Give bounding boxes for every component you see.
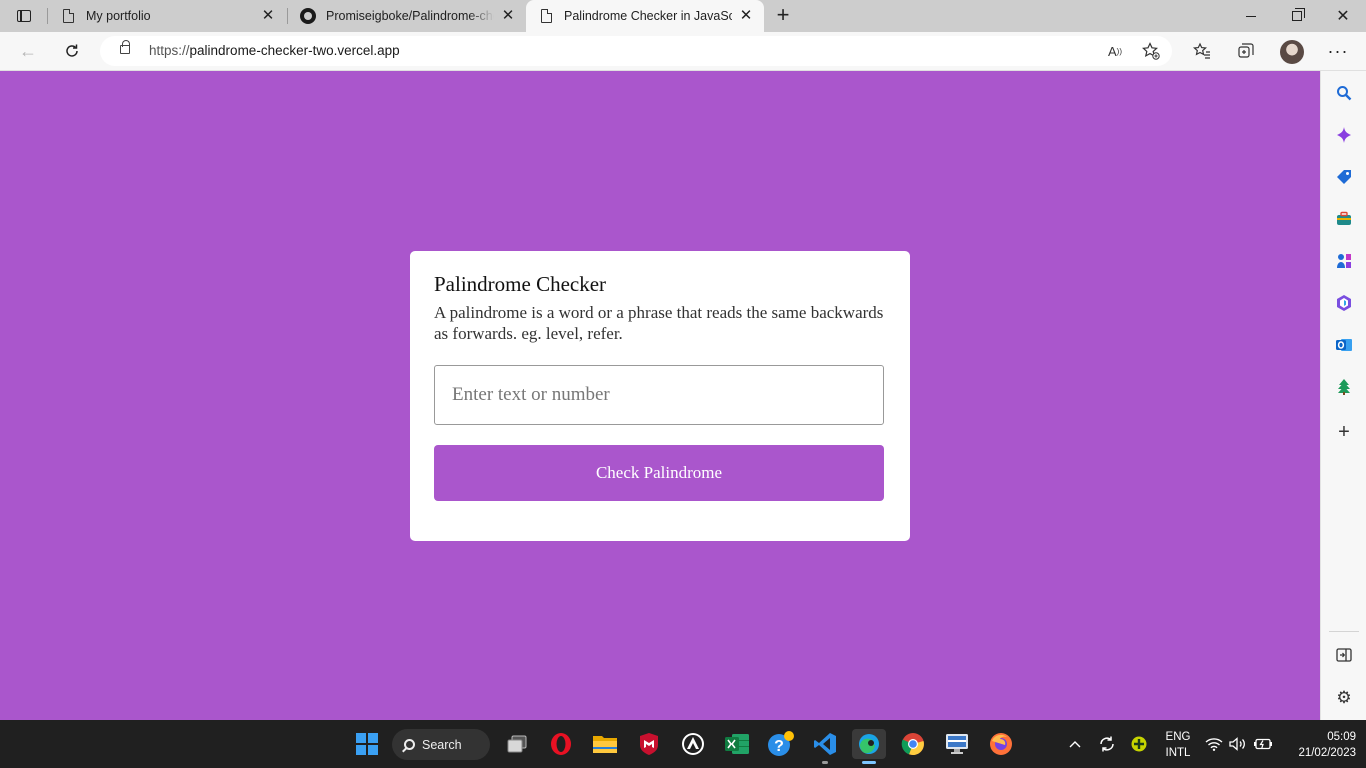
close-window-button[interactable]: ✕	[1320, 0, 1366, 32]
page-title: Palindrome Checker	[434, 272, 607, 296]
help-icon[interactable]: ?	[766, 729, 796, 759]
clock-date: 21/02/2023	[1298, 747, 1356, 759]
copilot-icon[interactable]	[1333, 124, 1355, 146]
edge-icon[interactable]	[852, 729, 886, 759]
collections-icon[interactable]	[1231, 37, 1261, 65]
show-hidden-icons[interactable]	[1066, 720, 1084, 768]
tray-app-icon[interactable]	[1128, 720, 1150, 768]
taskbar-search-label: Search	[422, 737, 462, 752]
search-icon	[404, 739, 415, 750]
tab-github-repo[interactable]: Promiseigboke/Palindrome-checker ✕	[288, 0, 526, 32]
chrome-icon[interactable]	[898, 729, 928, 759]
tab-title: Promiseigboke/Palindrome-checker	[326, 9, 494, 23]
favorites-icon[interactable]	[1187, 37, 1217, 65]
address-bar[interactable]: https://palindrome-checker-two.vercel.ap…	[100, 36, 1172, 66]
restore-button[interactable]	[1274, 0, 1320, 32]
page-description: A palindrome is a word or a phrase that …	[434, 303, 884, 343]
tab-title: My portfolio	[86, 9, 151, 23]
add-favorite-icon[interactable]	[1139, 40, 1163, 62]
clock-time: 05:09	[1327, 731, 1356, 743]
file-explorer-icon[interactable]	[590, 729, 620, 759]
settings-icon[interactable]: ⚙	[1333, 686, 1355, 708]
lock-icon[interactable]	[120, 40, 130, 54]
tab-strip: My portfolio ✕ Promiseigboke/Palindrome-…	[0, 0, 1366, 32]
tab-title: Palindrome Checker in JavaScript	[564, 9, 732, 23]
add-icon[interactable]: +	[1333, 421, 1355, 443]
settings-and-more-button[interactable]: ···	[1326, 37, 1350, 65]
remote-desktop-icon[interactable]	[942, 729, 972, 759]
volume-icon[interactable]	[1228, 720, 1248, 768]
firefox-icon[interactable]	[986, 729, 1016, 759]
close-icon[interactable]: ✕	[738, 8, 754, 24]
start-icon[interactable]	[352, 729, 382, 759]
shopping-tag-icon[interactable]	[1333, 166, 1355, 188]
windows-taskbar: Search ? ENG INTL 05:09 21/02/2023	[0, 720, 1366, 768]
palindrome-input[interactable]	[434, 365, 884, 425]
search-icon[interactable]	[1333, 82, 1355, 104]
profile-avatar[interactable]	[1280, 40, 1304, 64]
browser-toolbar: ← https://palindrome-checker-two.vercel.…	[0, 32, 1366, 71]
read-aloud-icon[interactable]: A))	[1103, 40, 1127, 62]
split-screen-icon[interactable]	[1333, 644, 1355, 666]
url-text[interactable]: https://palindrome-checker-two.vercel.ap…	[149, 43, 400, 58]
mcafee-icon[interactable]	[634, 729, 664, 759]
page-viewport: Palindrome Checker A palindrome is a wor…	[0, 71, 1320, 720]
tools-icon[interactable]	[1333, 208, 1355, 230]
taskbar-search[interactable]: Search	[392, 729, 490, 760]
active-app-indicator	[862, 761, 876, 764]
wifi-icon[interactable]	[1204, 720, 1224, 768]
refresh-button[interactable]	[57, 37, 87, 65]
opera-icon[interactable]	[546, 729, 576, 759]
refresh-icon	[66, 44, 78, 57]
svg-text:?: ?	[774, 738, 784, 755]
battery-icon[interactable]	[1252, 720, 1274, 768]
games-icon[interactable]	[1333, 250, 1355, 272]
check-palindrome-button[interactable]: Check Palindrome	[434, 445, 884, 501]
tree-icon[interactable]	[1333, 376, 1355, 398]
tab-palindrome-checker[interactable]: Palindrome Checker in JavaScript ✕	[526, 0, 764, 32]
task-view-icon[interactable]	[502, 729, 532, 759]
new-tab-button[interactable]: +	[772, 4, 794, 27]
app-icon[interactable]	[678, 729, 708, 759]
page-icon	[538, 8, 554, 24]
vscode-icon[interactable]	[810, 729, 840, 759]
sidebar-divider	[1329, 631, 1359, 632]
input-language[interactable]: ENG INTL	[1160, 729, 1196, 761]
edge-sidebar: + ⚙	[1320, 71, 1366, 720]
page-icon	[60, 8, 76, 24]
running-indicator	[822, 761, 828, 764]
office-icon[interactable]	[1333, 292, 1355, 314]
minimize-button[interactable]	[1228, 0, 1274, 32]
close-icon[interactable]: ✕	[500, 8, 516, 24]
github-icon	[300, 8, 316, 24]
back-button[interactable]: ←	[13, 37, 43, 65]
close-icon[interactable]: ✕	[260, 8, 276, 24]
excel-icon[interactable]	[722, 729, 752, 759]
outlook-icon[interactable]	[1333, 334, 1355, 356]
sync-icon[interactable]	[1096, 720, 1118, 768]
tab-actions-icon[interactable]	[10, 6, 38, 26]
tab-my-portfolio[interactable]: My portfolio ✕	[48, 0, 286, 32]
palindrome-card: Palindrome Checker A palindrome is a wor…	[410, 251, 910, 541]
clock[interactable]: 05:09 21/02/2023	[1280, 729, 1356, 761]
